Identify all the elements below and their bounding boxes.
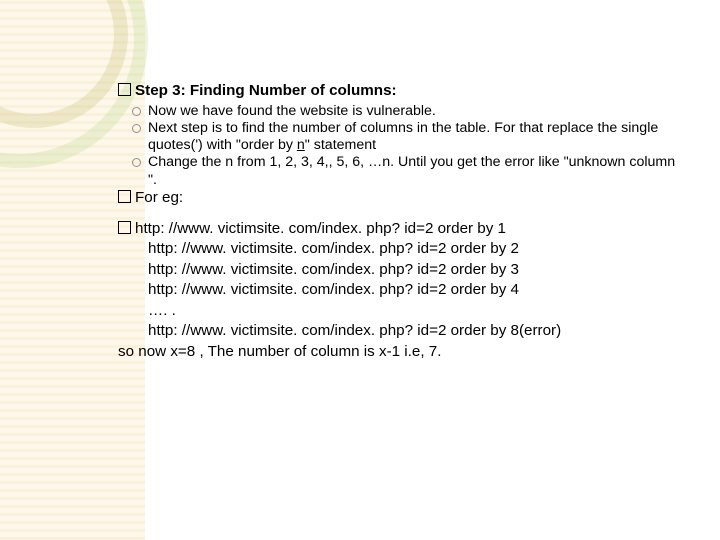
- conclusion-line: so now x=8 , The number of column is x-1…: [118, 343, 678, 362]
- bullet-text: Next step is to find the number of colum…: [148, 120, 658, 153]
- step-heading: Step 3: Finding Number of columns:: [118, 82, 678, 101]
- conclusion-text: so now x=8 , The number of column is x-1…: [118, 343, 441, 360]
- bullet-text: Change the n from 1, 2, 3, 4,, 5, 6, …n.…: [148, 154, 675, 187]
- for-eg-line: For eg:: [118, 189, 678, 208]
- heading-text: 3: Finding Number of columns:: [168, 82, 397, 99]
- ring-bullet-icon: [132, 124, 141, 133]
- bullet-text: " statement: [305, 137, 376, 153]
- ring-icon: [0, 0, 128, 128]
- url-text: http: //www. victimsite. com/index. php?…: [148, 322, 561, 339]
- example-dots: …. .: [118, 302, 678, 321]
- checkbox-icon: [118, 190, 131, 203]
- ring-bullet-icon: [132, 158, 141, 167]
- checkbox-icon: [118, 83, 131, 96]
- sub-bullet: Change the n from 1, 2, 3, 4,, 5, 6, …n.…: [118, 154, 678, 189]
- ring-bullet-icon: [132, 107, 141, 116]
- url-text: http: //www. victimsite. com/index. php?…: [148, 240, 519, 257]
- dots-text: …. .: [148, 302, 176, 319]
- bullet-text: Now we have found the website is vulnera…: [148, 103, 436, 119]
- checkbox-icon: [118, 221, 131, 234]
- sub-bullet: Next step is to find the number of colum…: [118, 120, 678, 155]
- example-line: http: //www. victimsite. com/index. php?…: [118, 220, 678, 239]
- heading-prefix: Step: [135, 82, 168, 99]
- example-line: http: //www. victimsite. com/index. php?…: [118, 261, 678, 280]
- for-eg-text: For eg:: [135, 189, 183, 206]
- example-line: http: //www. victimsite. com/index. php?…: [118, 281, 678, 300]
- slide-content: Step 3: Finding Number of columns: Now w…: [118, 82, 678, 363]
- example-line: http: //www. victimsite. com/index. php?…: [118, 240, 678, 259]
- url-text: http: //www. victimsite. com/index. php?…: [148, 261, 519, 278]
- url-text: http: //www. victimsite. com/index. php?…: [135, 220, 506, 237]
- sub-bullet: Now we have found the website is vulnera…: [118, 103, 678, 120]
- url-text: http: //www. victimsite. com/index. php?…: [148, 281, 519, 298]
- example-line: http: //www. victimsite. com/index. php?…: [118, 322, 678, 341]
- underlined-n: n: [297, 137, 305, 153]
